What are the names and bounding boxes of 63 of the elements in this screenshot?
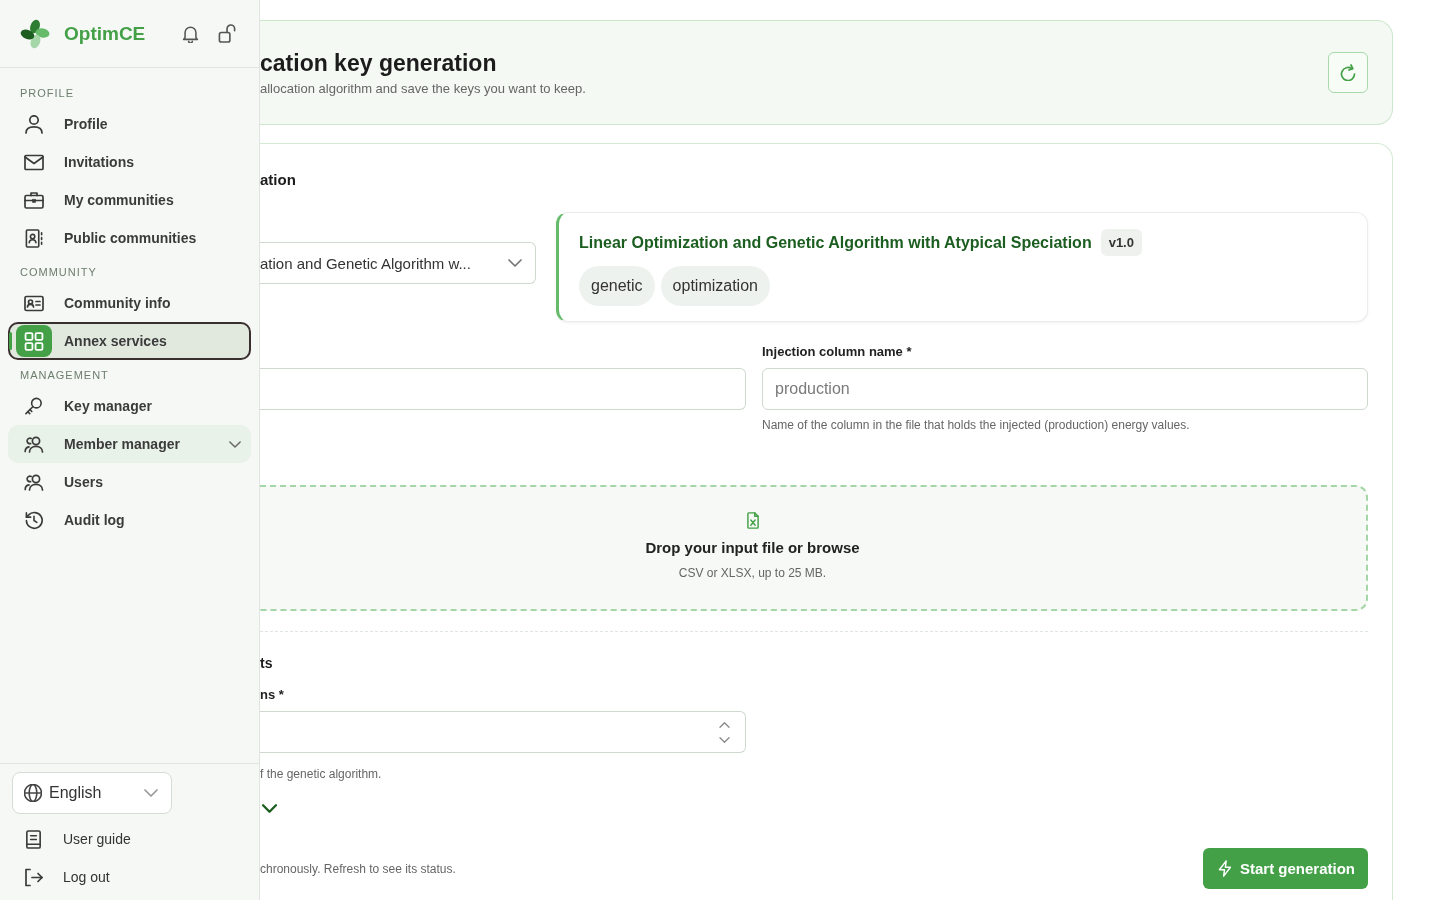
nav-item[interactable]: Users — [8, 463, 251, 501]
chevron-down-icon — [144, 789, 158, 797]
version-badge: v1.0 — [1100, 229, 1142, 256]
brand-name: OptimCE — [64, 22, 146, 45]
bell-icon[interactable] — [181, 24, 200, 43]
nav-item[interactable]: Community info — [8, 284, 251, 322]
spreadsheet-file-icon — [745, 512, 760, 529]
language-select[interactable]: English — [12, 772, 172, 814]
footer-link[interactable]: Log out — [12, 858, 247, 896]
log-out-icon — [24, 867, 43, 887]
nav-item[interactable]: Audit log — [8, 501, 251, 539]
chevron-down-icon[interactable] — [719, 736, 730, 743]
field-label: Injection column name * — [762, 343, 913, 361]
footer-note: chronously. Refresh to see its status. — [260, 861, 456, 876]
globe-icon — [24, 784, 42, 802]
book-icon — [24, 829, 43, 849]
nav-item[interactable]: Invitations — [8, 143, 251, 181]
nav-item[interactable]: My communities — [8, 181, 251, 219]
text-input[interactable]: production — [762, 368, 1368, 410]
chevron-down-icon — [508, 259, 522, 267]
field-label: ns * — [260, 686, 285, 704]
envelope-icon — [24, 152, 44, 172]
page-subtitle: allocation algorithm and save the keys you want to keep. — [260, 79, 587, 98]
chevron-up-icon[interactable] — [719, 721, 730, 728]
lightning-icon — [1217, 860, 1231, 877]
nav-item[interactable]: Member manager — [8, 425, 251, 463]
person-icon — [24, 114, 44, 134]
refresh-icon — [1340, 64, 1356, 81]
dropzone-title: Drop your input file or browse — [645, 538, 860, 558]
section-title: ation — [260, 170, 297, 190]
flower-logo-icon — [20, 18, 50, 49]
footer-link[interactable]: User guide — [12, 820, 247, 858]
field-help: f the genetic algorithm. — [260, 766, 383, 782]
contact-book-icon — [24, 228, 44, 248]
file-dropzone[interactable]: Drop your input file or browse CSV or XLSX, up to 25 MB. — [260, 485, 1368, 611]
text-input[interactable] — [260, 368, 746, 410]
algorithm-select[interactable]: ation and Genetic Algorithm w... — [260, 242, 536, 284]
tag-chip: genetic — [579, 266, 655, 306]
chevron-down-icon[interactable] — [229, 440, 241, 448]
section-label: PROFILE — [19, 86, 76, 101]
id-card-icon — [24, 293, 44, 313]
algorithm-title: Linear Optimization and Genetic Algorithm with Atypical Speciation — [579, 232, 1092, 253]
chevron-down-icon[interactable] — [262, 804, 277, 813]
dropzone-hint: CSV or XLSX, up to 25 MB. — [678, 565, 827, 581]
users-icon — [24, 434, 44, 454]
unlocked-padlock-icon[interactable] — [218, 24, 237, 43]
users-icon — [24, 472, 44, 492]
nav-item[interactable]: Public communities — [8, 219, 251, 257]
section-title: ts — [260, 654, 274, 672]
refresh-button[interactable] — [1328, 52, 1368, 93]
section-label: COMMUNITY — [19, 265, 98, 280]
history-icon — [24, 510, 44, 530]
field-help: Name of the column in the file that holds the injected (production) energy values. — [762, 417, 1191, 433]
nav-item[interactable]: Annex services — [8, 322, 251, 360]
number-input[interactable] — [260, 711, 746, 753]
section-label: MANAGEMENT — [19, 368, 110, 383]
grid-icon — [16, 325, 52, 357]
page-title: cation key generation — [260, 48, 498, 78]
nav-item[interactable]: Key manager — [8, 387, 251, 425]
briefcase-icon — [24, 190, 44, 210]
tag-chip: optimization — [660, 266, 770, 306]
key-icon — [24, 396, 44, 416]
nav-item[interactable]: Profile — [8, 105, 251, 143]
